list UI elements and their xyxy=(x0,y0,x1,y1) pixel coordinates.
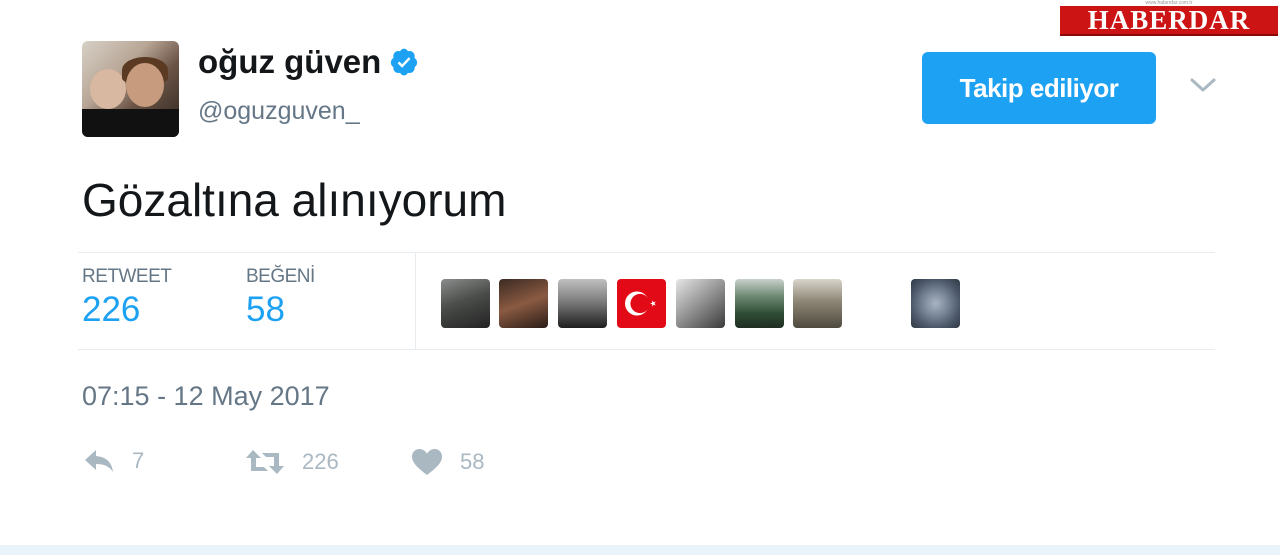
following-button[interactable]: Takip ediliyor xyxy=(922,52,1156,124)
retweet-stat-label: RETWEET xyxy=(82,266,172,287)
turkish-flag-icon xyxy=(625,291,656,316)
stats-vertical-divider xyxy=(415,252,416,350)
liker-avatar[interactable] xyxy=(499,279,548,328)
haberdar-watermark-logo: www.haberdar.com.tr HABERDAR xyxy=(1060,0,1278,36)
retweet-stat-value[interactable]: 226 xyxy=(82,288,171,332)
user-handle[interactable]: @oguzguven_ xyxy=(198,96,360,126)
retweet-action[interactable]: 226 xyxy=(244,447,339,477)
reply-action[interactable]: 7 xyxy=(82,447,144,475)
tweet-page: www.haberdar.com.tr HABERDAR oğuz güven … xyxy=(0,0,1280,555)
liker-avatar[interactable] xyxy=(911,279,960,328)
like-stat-value[interactable]: 58 xyxy=(246,288,315,332)
liker-avatar[interactable] xyxy=(793,279,842,328)
stats-divider-bottom xyxy=(78,349,1215,350)
reply-count: 7 xyxy=(132,448,145,473)
reply-icon[interactable] xyxy=(82,447,116,475)
watermark-brand: HABERDAR xyxy=(1087,5,1251,35)
like-stat-label: BEĞENİ xyxy=(246,266,315,287)
liker-avatar[interactable] xyxy=(676,279,725,328)
liker-avatar[interactable] xyxy=(735,279,784,328)
retweet-icon[interactable] xyxy=(244,447,286,477)
liker-avatar[interactable] xyxy=(617,279,666,328)
stats-divider-top xyxy=(78,252,1215,253)
like-count: 58 xyxy=(460,449,485,474)
tweet-text: Gözaltına alınıyorum xyxy=(82,174,507,226)
bottom-strip xyxy=(0,545,1280,555)
profile-avatar[interactable] xyxy=(82,41,179,137)
display-name[interactable]: oğuz güven xyxy=(198,42,381,82)
tweet-timestamp[interactable]: 07:15 - 12 May 2017 xyxy=(82,380,330,412)
retweet-count: 226 xyxy=(302,449,339,474)
retweet-stat[interactable]: RETWEET 226 xyxy=(82,266,172,332)
liker-avatar[interactable] xyxy=(441,279,490,328)
verified-badge-icon xyxy=(391,48,418,76)
like-action[interactable]: 58 xyxy=(410,447,484,477)
display-name-row[interactable]: oğuz güven xyxy=(198,42,419,82)
liker-avatar[interactable] xyxy=(558,279,607,328)
heart-icon[interactable] xyxy=(410,447,444,477)
like-stat[interactable]: BEĞENİ 58 xyxy=(246,266,315,332)
chevron-down-icon[interactable] xyxy=(1188,74,1218,96)
